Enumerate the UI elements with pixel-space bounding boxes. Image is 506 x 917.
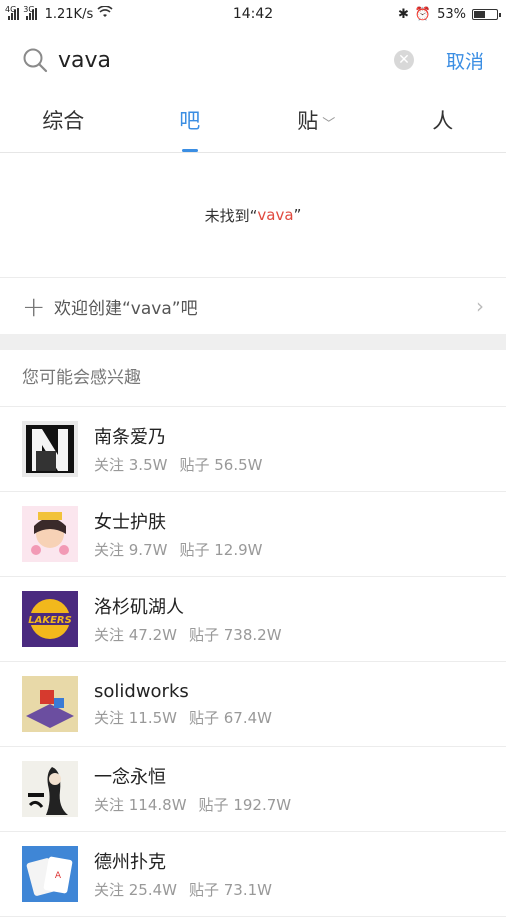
- search-bar: vava ✕ 取消: [0, 28, 506, 92]
- follow-count: 关注 25.4W: [94, 881, 177, 899]
- list-item[interactable]: A 德州扑克 关注 25.4W 贴子 73.1W: [0, 832, 506, 917]
- forum-name: 德州扑克: [94, 848, 272, 874]
- tab-forum[interactable]: 吧: [127, 92, 254, 152]
- tab-people[interactable]: 人: [380, 92, 506, 152]
- status-right: ✱ ⏰ 53%: [398, 7, 498, 22]
- plus-icon: +: [22, 290, 42, 323]
- create-forum-label: 欢迎创建“vava”吧: [54, 294, 476, 319]
- forum-meta: 关注 25.4W 贴子 73.1W: [94, 879, 272, 900]
- network-speed: 1.21K/s: [45, 7, 94, 22]
- forum-meta: 关注 3.5W 贴子 56.5W: [94, 454, 262, 475]
- forum-text: 女士护肤 关注 9.7W 贴子 12.9W: [94, 508, 262, 560]
- forum-meta: 关注 9.7W 贴子 12.9W: [94, 539, 262, 560]
- forum-name: solidworks: [94, 681, 272, 702]
- alarm-icon: ⏰: [415, 7, 431, 22]
- list-item[interactable]: 一念永恒 关注 114.8W 贴子 192.7W: [0, 747, 506, 832]
- forum-name: 洛杉矶湖人: [94, 593, 282, 619]
- clear-icon[interactable]: ✕: [394, 50, 414, 70]
- post-count: 贴子 192.7W: [199, 796, 292, 814]
- status-left: 4G 3G 1.21K/s: [8, 6, 113, 22]
- post-count: 贴子 67.4W: [189, 709, 272, 727]
- wifi-icon: [97, 6, 113, 22]
- forum-text: 一念永恒 关注 114.8W 贴子 192.7W: [94, 763, 291, 815]
- tab-label: 吧: [179, 109, 200, 133]
- chevron-right-icon: ›: [476, 294, 484, 318]
- avatar: A: [22, 846, 78, 902]
- avatar: [22, 761, 78, 817]
- battery-icon: [472, 9, 498, 20]
- chevron-down-icon: ﹀: [322, 117, 335, 132]
- search-icon: [22, 47, 48, 73]
- avatar: LAKERS: [22, 591, 78, 647]
- battery-fill: [474, 11, 485, 18]
- avatar: [22, 421, 78, 477]
- empty-keyword: vava: [257, 206, 293, 224]
- forum-text: 德州扑克 关注 25.4W 贴子 73.1W: [94, 848, 272, 900]
- tab-comprehensive[interactable]: 综合: [0, 92, 127, 152]
- forum-meta: 关注 114.8W 贴子 192.7W: [94, 794, 291, 815]
- suggestion-list: 南条爱乃 关注 3.5W 贴子 56.5W 女士护肤 关注 9.7W 贴子 12.9…: [0, 407, 506, 917]
- post-count: 贴子 738.2W: [189, 626, 282, 644]
- tab-label: 贴: [297, 109, 318, 133]
- follow-count: 关注 11.5W: [94, 709, 177, 727]
- empty-prefix: 未找到“: [205, 205, 258, 226]
- forum-text: 南条爱乃 关注 3.5W 贴子 56.5W: [94, 423, 262, 475]
- empty-state: 未找到“vava”: [0, 153, 506, 278]
- follow-count: 关注 114.8W: [94, 796, 187, 814]
- svg-text:A: A: [55, 871, 62, 881]
- list-item[interactable]: 南条爱乃 关注 3.5W 贴子 56.5W: [0, 407, 506, 492]
- suggestions-title: 您可能会感兴趣: [0, 350, 506, 407]
- section-divider: [0, 334, 506, 350]
- follow-count: 关注 9.7W: [94, 541, 167, 559]
- empty-suffix: ”: [294, 206, 302, 224]
- follow-count: 关注 47.2W: [94, 626, 177, 644]
- svg-text:LAKERS: LAKERS: [28, 615, 72, 626]
- forum-meta: 关注 47.2W 贴子 738.2W: [94, 624, 282, 645]
- post-count: 贴子 73.1W: [189, 881, 272, 899]
- post-count: 贴子 56.5W: [179, 456, 262, 474]
- tab-label: 综合: [42, 109, 84, 133]
- forum-meta: 关注 11.5W 贴子 67.4W: [94, 707, 272, 728]
- battery-percent: 53%: [437, 7, 466, 22]
- status-bar: 4G 3G 1.21K/s ✱ ⏰ 53%: [0, 0, 506, 28]
- list-item[interactable]: LAKERS 洛杉矶湖人 关注 47.2W 贴子 738.2W: [0, 577, 506, 662]
- forum-text: solidworks 关注 11.5W 贴子 67.4W: [94, 681, 272, 728]
- avatar: [22, 506, 78, 562]
- tab-bar: 综合 吧 贴﹀ 人: [0, 92, 506, 153]
- tab-label: 人: [432, 109, 453, 133]
- cancel-button[interactable]: 取消: [446, 47, 484, 74]
- post-count: 贴子 12.9W: [179, 541, 262, 559]
- network-label-2: 3G: [23, 5, 34, 14]
- follow-count: 关注 3.5W: [94, 456, 167, 474]
- network-label: 4G: [5, 5, 16, 14]
- forum-name: 女士护肤: [94, 508, 262, 534]
- list-item[interactable]: solidworks 关注 11.5W 贴子 67.4W: [0, 662, 506, 747]
- create-forum-row[interactable]: + 欢迎创建“vava”吧 ›: [0, 278, 506, 334]
- forum-text: 洛杉矶湖人 关注 47.2W 贴子 738.2W: [94, 593, 282, 645]
- list-item[interactable]: 女士护肤 关注 9.7W 贴子 12.9W: [0, 492, 506, 577]
- tab-posts[interactable]: 贴﹀: [253, 92, 380, 152]
- search-input[interactable]: vava: [58, 48, 394, 73]
- bluetooth-icon: ✱: [398, 7, 409, 22]
- avatar: [22, 676, 78, 732]
- forum-name: 南条爱乃: [94, 423, 262, 449]
- forum-name: 一念永恒: [94, 763, 291, 789]
